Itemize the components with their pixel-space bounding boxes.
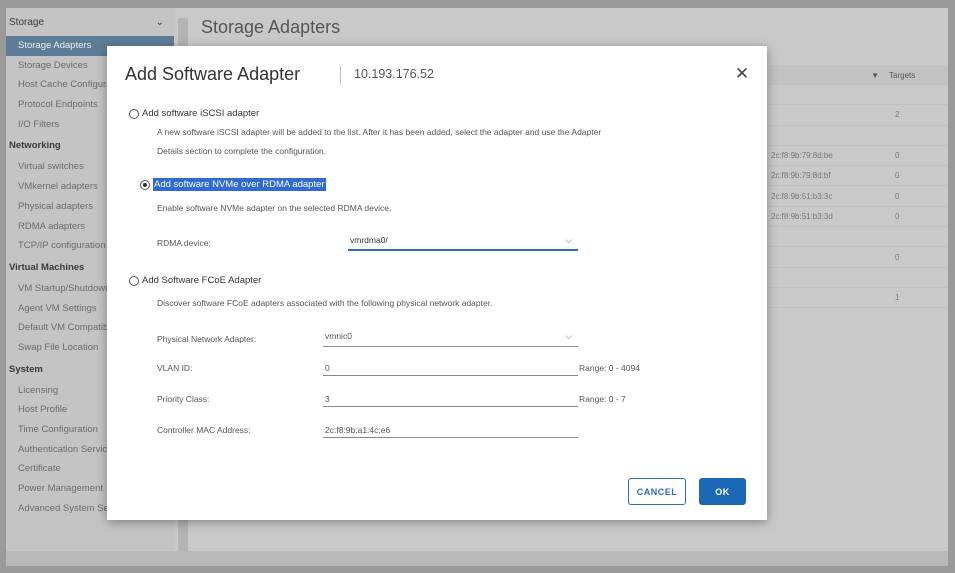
table-cell-targets: 2 bbox=[895, 110, 900, 120]
table-row[interactable]: 2c:f8:9b:51:b3:3d 0 bbox=[769, 207, 948, 228]
option-nvme[interactable]: Add software NVMe over RDMA adapter bbox=[140, 178, 326, 191]
iscsi-description-line2: Details section to complete the configur… bbox=[157, 146, 327, 156]
vlan-id-range: Range: 0 - 4094 bbox=[579, 363, 640, 373]
sidebar-header-label: Storage bbox=[9, 16, 45, 28]
vlan-id-input[interactable] bbox=[323, 360, 578, 376]
adapters-table: ▼ Targets 2 2c:f8:9b:79:8d:be 0 2c:f8:9b:79… bbox=[769, 65, 948, 309]
bottom-bar bbox=[6, 551, 948, 566]
table-cell-targets: 1 bbox=[895, 293, 900, 303]
dialog-host: 10.193.176.52 bbox=[354, 67, 434, 81]
fcoe-description: Discover software FCoE adapters associat… bbox=[157, 298, 493, 308]
iscsi-description-line1: A new software iSCSI adapter will be add… bbox=[157, 127, 602, 137]
controller-mac-label: Controller MAC Address: bbox=[157, 425, 251, 435]
chevron-down-icon[interactable]: ⌵ bbox=[565, 331, 572, 342]
table-row[interactable]: 2c:f8:9b:79:8d:be 0 bbox=[769, 146, 948, 167]
sidebar-header[interactable]: Storage ⌄ bbox=[6, 8, 174, 36]
chevron-down-icon[interactable]: ⌄ bbox=[156, 17, 164, 28]
rdma-device-select[interactable]: vmrdma0/ ⌵ bbox=[348, 235, 578, 251]
fcoe-label[interactable]: Add Software FCoE Adapter bbox=[142, 275, 261, 286]
filter-icon[interactable]: ▼ bbox=[769, 71, 889, 80]
table-row[interactable]: 0 bbox=[769, 247, 948, 268]
chevron-down-icon[interactable]: ⌵ bbox=[565, 235, 572, 246]
table-row[interactable]: 2c:f8:9b:79:8d:bf 0 bbox=[769, 166, 948, 187]
table-cell-targets: 0 bbox=[895, 191, 900, 201]
option-iscsi[interactable]: Add software iSCSI adapter bbox=[129, 108, 259, 119]
iscsi-label[interactable]: Add software iSCSI adapter bbox=[142, 108, 259, 119]
option-fcoe[interactable]: Add Software FCoE Adapter bbox=[129, 275, 261, 286]
physical-network-adapter-value: vmnic0 bbox=[325, 331, 352, 341]
iscsi-radio[interactable] bbox=[129, 108, 139, 119]
title-divider bbox=[340, 66, 341, 84]
table-cell-adapter-id: 2c:f8:9b:79:8d:bf bbox=[771, 171, 831, 181]
table-row[interactable] bbox=[769, 85, 948, 106]
table-cell-targets: 0 bbox=[895, 252, 900, 262]
table-row[interactable] bbox=[769, 268, 948, 288]
physical-network-adapter-label: Physical Network Adapter: bbox=[157, 334, 257, 344]
fcoe-radio[interactable] bbox=[129, 275, 139, 286]
table-cell-adapter-id: 2c:f8:9b:79:8d:be bbox=[771, 151, 833, 161]
page-title: Storage Adapters bbox=[201, 17, 341, 37]
table-row[interactable]: 2 bbox=[769, 105, 948, 126]
table-row[interactable]: 1 bbox=[769, 288, 948, 309]
table-body: 2 2c:f8:9b:79:8d:be 0 2c:f8:9b:79:8d:bf 0 2c:… bbox=[769, 85, 948, 309]
table-cell-targets: 0 bbox=[895, 151, 900, 161]
table-cell-targets: 0 bbox=[895, 211, 900, 221]
table-row[interactable] bbox=[769, 227, 948, 248]
iscsi-description: A new software iSCSI adapter will be add… bbox=[157, 123, 601, 161]
close-icon[interactable]: ✕ bbox=[733, 65, 751, 83]
physical-network-adapter-select[interactable]: vmnic0 ⌵ bbox=[323, 331, 578, 347]
table-cell-adapter-id: 2c:f8:9b:51:b3:3d bbox=[771, 211, 833, 221]
column-header-targets[interactable]: Targets bbox=[889, 71, 915, 80]
nvme-radio[interactable] bbox=[140, 179, 150, 190]
table-cell-adapter-id: 2c:f8:9b:51:b3:3c bbox=[771, 191, 833, 201]
priority-class-range: Range: 0 - 7 bbox=[579, 394, 626, 404]
table-row[interactable] bbox=[769, 126, 948, 146]
table-cell-targets: 0 bbox=[895, 171, 900, 181]
vlan-id-label: VLAN ID: bbox=[157, 363, 193, 373]
rdma-device-label: RDMA device: bbox=[157, 238, 211, 248]
priority-class-input[interactable] bbox=[323, 391, 578, 407]
dialog-title: Add Software Adapter bbox=[125, 64, 301, 84]
nvme-description: Enable software NVMe adapter on the sele… bbox=[157, 203, 392, 213]
ok-button[interactable]: OK bbox=[699, 478, 746, 505]
cancel-button[interactable]: CANCEL bbox=[628, 478, 686, 505]
controller-mac-input[interactable] bbox=[323, 422, 578, 438]
rdma-device-value: vmrdma0/ bbox=[350, 235, 388, 245]
table-row[interactable]: 2c:f8:9b:51:b3:3c 0 bbox=[769, 186, 948, 207]
nvme-label[interactable]: Add software NVMe over RDMA adapter bbox=[153, 178, 326, 191]
priority-class-label: Priority Class: bbox=[157, 394, 210, 404]
table-header: ▼ Targets bbox=[769, 65, 948, 85]
add-software-adapter-dialog: Add Software Adapter 10.193.176.52 ✕ Add… bbox=[107, 46, 767, 520]
